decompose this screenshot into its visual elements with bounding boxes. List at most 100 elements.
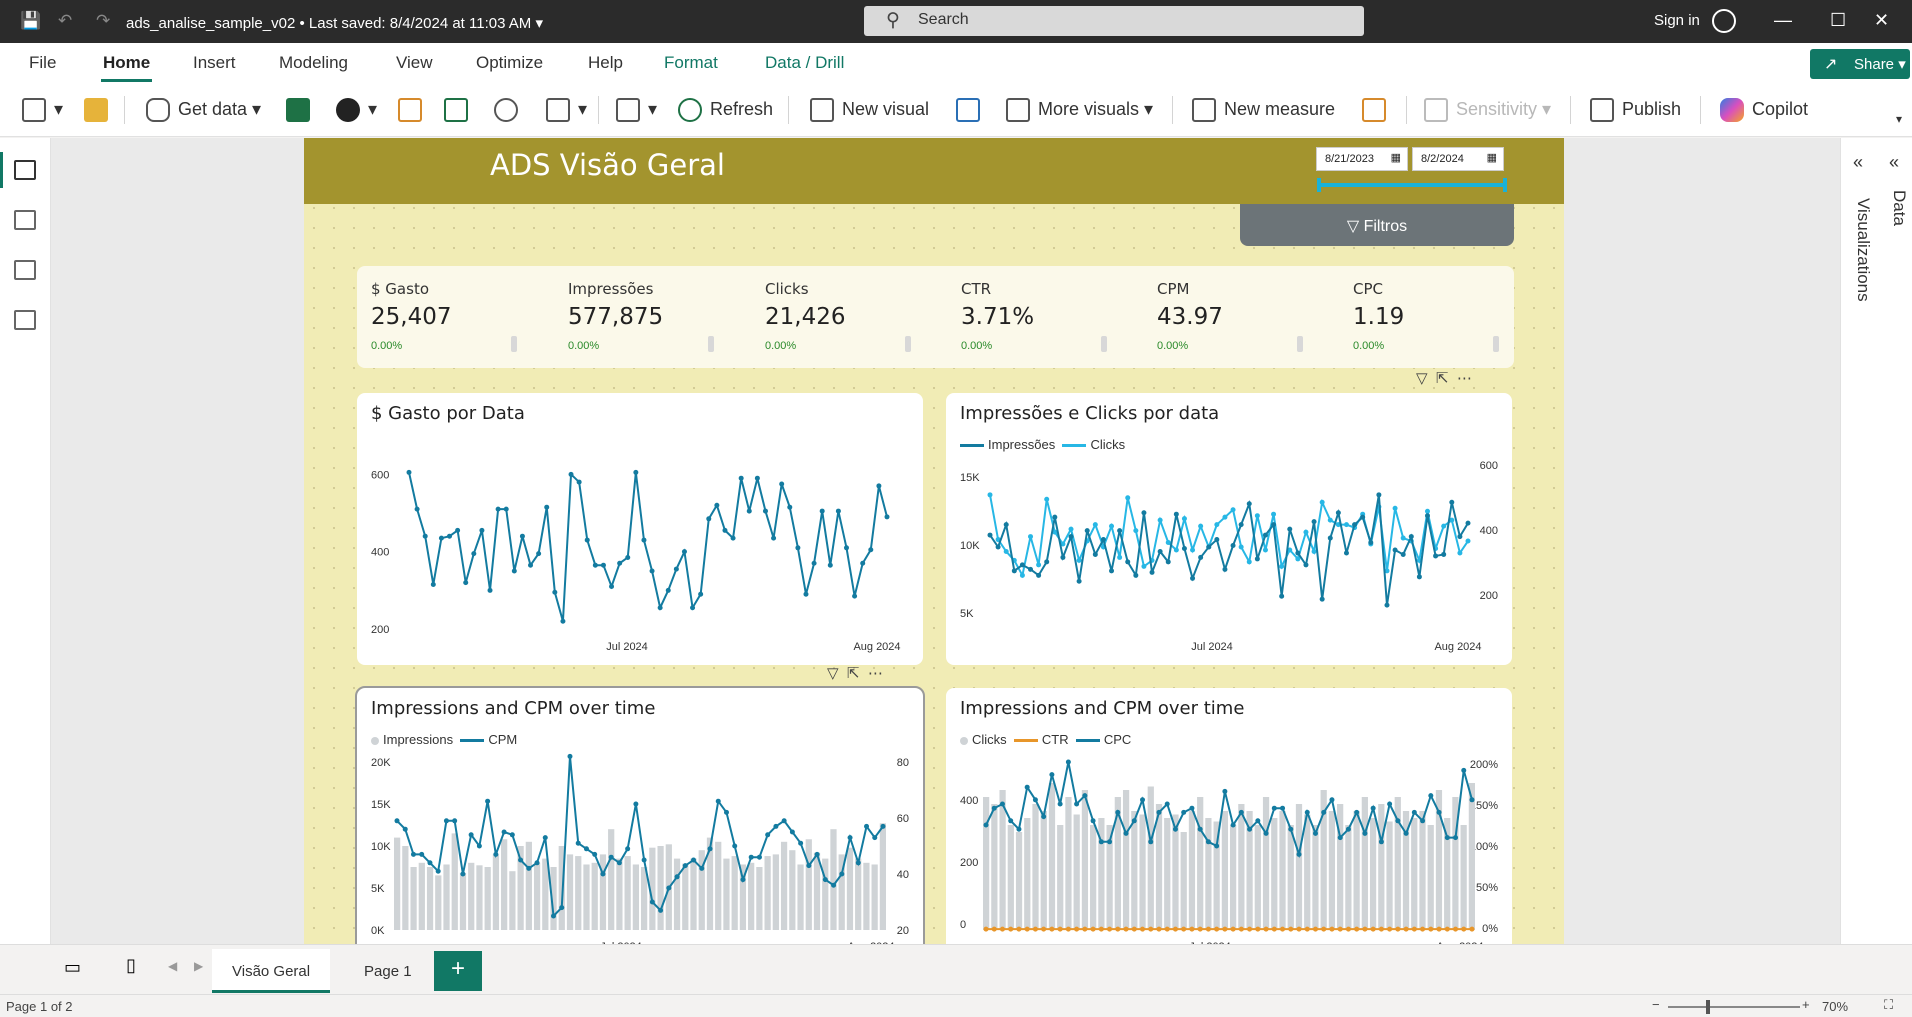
more-options-icon[interactable]: ⋯: [868, 665, 883, 682]
calendar-icon[interactable]: ▦: [1391, 151, 1401, 164]
next-page-icon[interactable]: ▶: [194, 959, 203, 973]
visual-header-toolbar: ▽ ⇱ ⋯: [1416, 369, 1472, 387]
calendar-icon[interactable]: ▦: [1487, 151, 1497, 164]
kpi-card-ctr[interactable]: CTR 3.71% 0.00%: [961, 280, 1121, 360]
chart-impr-cpm-svg: 20K15K10K5K0K80604020Jul 2024Aug 2024: [371, 753, 909, 944]
sign-in-link[interactable]: Sign in: [1654, 12, 1700, 29]
table-view-icon[interactable]: [14, 210, 36, 230]
save-icon[interactable]: 💾: [20, 11, 41, 31]
report-view-icon[interactable]: [14, 160, 36, 180]
zoom-slider[interactable]: [1668, 1006, 1800, 1008]
avatar-icon[interactable]: [1712, 9, 1736, 33]
kpi-card-gasto[interactable]: $ Gasto 25,407 0.00%: [371, 280, 531, 360]
focus-mode-icon[interactable]: ⇱: [1436, 370, 1449, 387]
recent-sources-button[interactable]: [494, 98, 526, 122]
title-bar: 💾 ↶ ↷ ads_analise_sample_v02 • Last save…: [0, 0, 1912, 43]
zoom-slider-handle[interactable]: [1706, 1000, 1710, 1014]
menu-format[interactable]: Format: [664, 53, 718, 73]
clicks-bar: [1057, 825, 1064, 930]
new-measure-button[interactable]: New measure: [1192, 98, 1335, 122]
filter-icon[interactable]: ▽: [827, 665, 839, 682]
tab-page-1[interactable]: Page 1: [344, 949, 432, 993]
excel-button[interactable]: [286, 98, 318, 122]
chart-clicks-ctr-cpc[interactable]: Impressions and CPM over time Clicks CTR…: [946, 688, 1512, 944]
copilot-button[interactable]: Copilot: [1720, 98, 1808, 122]
enter-data-button[interactable]: [444, 98, 476, 122]
chart-impressions-cpm[interactable]: Impressions and CPM over time Impression…: [355, 686, 925, 944]
more-visuals-button[interactable]: More visuals ▾: [1006, 98, 1153, 122]
new-visual-button[interactable]: New visual: [810, 98, 929, 122]
expand-visualizations-icon[interactable]: «: [1853, 152, 1863, 173]
dax-query-view-icon[interactable]: [14, 310, 36, 330]
publish-button[interactable]: Publish: [1590, 98, 1681, 122]
text-box-button[interactable]: [956, 98, 988, 122]
mobile-layout-icon[interactable]: ▯: [126, 955, 136, 976]
date-start-input[interactable]: 8/21/2023 ▦: [1316, 147, 1408, 171]
menu-view[interactable]: View: [396, 53, 433, 73]
series-line-point: [576, 479, 582, 485]
chart-impressoes-clicks[interactable]: Impressões e Clicks por data Impressões …: [946, 393, 1512, 665]
dataverse-button[interactable]: [398, 98, 430, 122]
filter-icon[interactable]: ▽: [1416, 370, 1428, 387]
minimize-icon[interactable]: —: [1774, 10, 1792, 31]
zoom-out-button[interactable]: −: [1652, 997, 1660, 1012]
menu-optimize[interactable]: Optimize: [476, 53, 543, 73]
focus-mode-icon[interactable]: ⇱: [847, 665, 860, 682]
impressoes-line-point: [1295, 550, 1301, 556]
menu-modeling[interactable]: Modeling: [279, 53, 348, 73]
transform-button[interactable]: ▾: [546, 98, 587, 122]
sensitivity-button[interactable]: Sensitivity ▾: [1424, 98, 1551, 122]
menu-data-drill[interactable]: Data / Drill: [765, 53, 844, 73]
kpi-card-impressoes[interactable]: Impressões 577,875 0.00%: [568, 280, 728, 360]
clock-doc-icon: [546, 98, 570, 122]
share-button[interactable]: ↗ Share ▾: [1810, 49, 1910, 79]
expand-data-icon[interactable]: «: [1889, 152, 1899, 173]
fit-to-page-icon[interactable]: ⛶: [1884, 997, 1893, 1013]
refresh-button[interactable]: Refresh: [678, 98, 773, 122]
undo-icon[interactable]: ↶: [58, 11, 72, 31]
kpi-card-cpm[interactable]: CPM 43.97 0.00%: [1157, 280, 1317, 360]
filtros-button[interactable]: ▽ Filtros: [1240, 204, 1514, 246]
add-page-button[interactable]: +: [434, 951, 482, 991]
series-line-point: [690, 605, 696, 611]
y-left-tick-label: 15K: [371, 799, 391, 811]
file-title[interactable]: ads_analise_sample_v02 • Last saved: 8/4…: [126, 14, 543, 32]
desktop-layout-icon[interactable]: ▭: [64, 957, 81, 978]
zoom-in-button[interactable]: +: [1802, 997, 1810, 1012]
ctr-line-point: [1428, 926, 1434, 932]
chart-gasto-por-data[interactable]: $ Gasto por Data 600 400 200 Jul 2024 Aug 20…: [357, 393, 923, 665]
cpc-line-point: [1288, 826, 1294, 832]
data-pane-tab[interactable]: Data: [1889, 190, 1909, 226]
menu-home[interactable]: Home: [100, 53, 153, 82]
visualizations-pane-tab[interactable]: Visualizations: [1853, 198, 1873, 302]
maximize-icon[interactable]: ☐: [1830, 10, 1846, 31]
model-view-icon[interactable]: [14, 260, 36, 280]
transform-data-button[interactable]: ▾: [616, 98, 657, 122]
menu-insert[interactable]: Insert: [193, 53, 236, 73]
clicks-line-point: [1198, 523, 1204, 529]
tab-visao-geral[interactable]: Visão Geral: [212, 949, 331, 993]
search-box[interactable]: ⚲ Search: [864, 6, 1364, 36]
kpi-card-cpc[interactable]: CPC 1.19 0.00%: [1353, 280, 1513, 360]
ribbon-collapse-icon[interactable]: ▾: [1896, 112, 1902, 126]
series-line-point: [706, 516, 712, 522]
clicks-bar: [1147, 786, 1154, 930]
cpm-line-point: [864, 823, 870, 829]
paste-button[interactable]: ▾: [22, 98, 63, 122]
menu-file[interactable]: File: [29, 53, 56, 73]
series-line-point: [471, 551, 477, 557]
close-icon[interactable]: ✕: [1874, 10, 1889, 31]
get-data-button[interactable]: Get data ▾: [146, 98, 261, 122]
kpi-card-clicks[interactable]: Clicks 21,426 0.00%: [765, 280, 925, 360]
quick-measure-button[interactable]: [1362, 98, 1394, 122]
clicks-bar: [1312, 825, 1319, 930]
prev-page-icon[interactable]: ◀: [168, 959, 177, 973]
clicks-bar: [1139, 814, 1146, 930]
onelake-button[interactable]: ▾: [336, 98, 377, 122]
menu-help[interactable]: Help: [588, 53, 623, 73]
more-options-icon[interactable]: ⋯: [1457, 370, 1472, 387]
redo-icon[interactable]: ↷: [96, 11, 110, 31]
date-range-slider[interactable]: [1317, 178, 1507, 192]
format-painter-button[interactable]: [84, 98, 116, 122]
date-end-input[interactable]: 8/2/2024 ▦: [1412, 147, 1504, 171]
